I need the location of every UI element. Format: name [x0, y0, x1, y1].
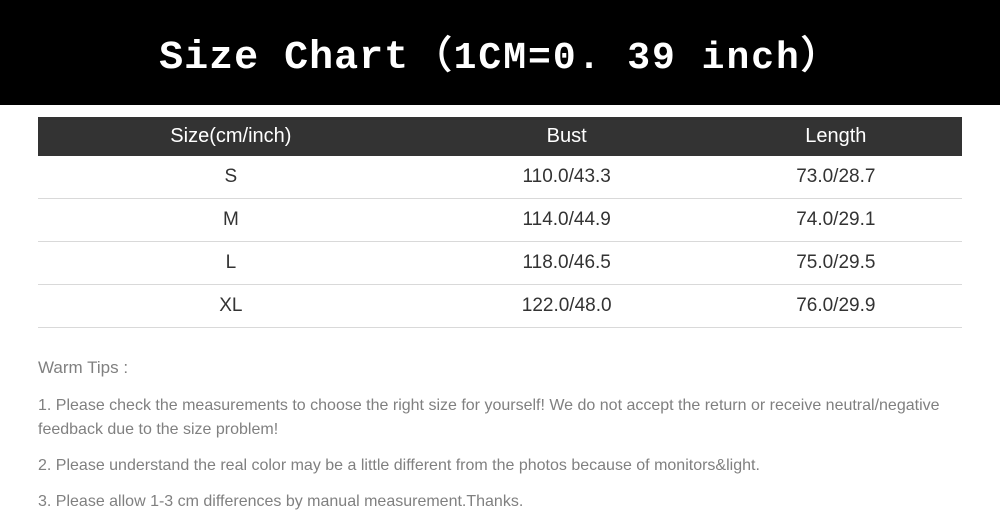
size-table: Size(cm/inch) Bust Length S 110.0/43.3 7…: [38, 117, 962, 328]
tips-heading: Warm Tips :: [38, 358, 962, 378]
cell-length: 75.0/29.5: [710, 242, 962, 285]
cell-length: 76.0/29.9: [710, 285, 962, 328]
title-conversion-note: （1CM=0. 39 inch）: [414, 37, 841, 80]
table-row: M 114.0/44.9 74.0/29.1: [38, 199, 962, 242]
table-row: S 110.0/43.3 73.0/28.7: [38, 156, 962, 199]
table-row: XL 122.0/48.0 76.0/29.9: [38, 285, 962, 328]
title-text: Size Chart: [159, 36, 409, 81]
cell-bust: 110.0/43.3: [424, 156, 710, 199]
cell-size: M: [38, 199, 424, 242]
cell-length: 73.0/28.7: [710, 156, 962, 199]
cell-length: 74.0/29.1: [710, 199, 962, 242]
cell-size: L: [38, 242, 424, 285]
table-header-row: Size(cm/inch) Bust Length: [38, 117, 962, 156]
warm-tips: Warm Tips : 1. Please check the measurem…: [0, 328, 1000, 514]
cell-bust: 118.0/46.5: [424, 242, 710, 285]
table-row: L 118.0/46.5 75.0/29.5: [38, 242, 962, 285]
tip-item: 1. Please check the measurements to choo…: [38, 394, 962, 442]
tip-item: 2. Please understand the real color may …: [38, 454, 962, 478]
title-bar: Size Chart （1CM=0. 39 inch）: [0, 0, 1000, 105]
cell-size: S: [38, 156, 424, 199]
tip-item: 3. Please allow 1-3 cm differences by ma…: [38, 490, 962, 514]
col-size: Size(cm/inch): [38, 117, 424, 156]
cell-bust: 114.0/44.9: [424, 199, 710, 242]
cell-size: XL: [38, 285, 424, 328]
col-length: Length: [710, 117, 962, 156]
cell-bust: 122.0/48.0: [424, 285, 710, 328]
col-bust: Bust: [424, 117, 710, 156]
size-table-container: Size(cm/inch) Bust Length S 110.0/43.3 7…: [0, 105, 1000, 328]
